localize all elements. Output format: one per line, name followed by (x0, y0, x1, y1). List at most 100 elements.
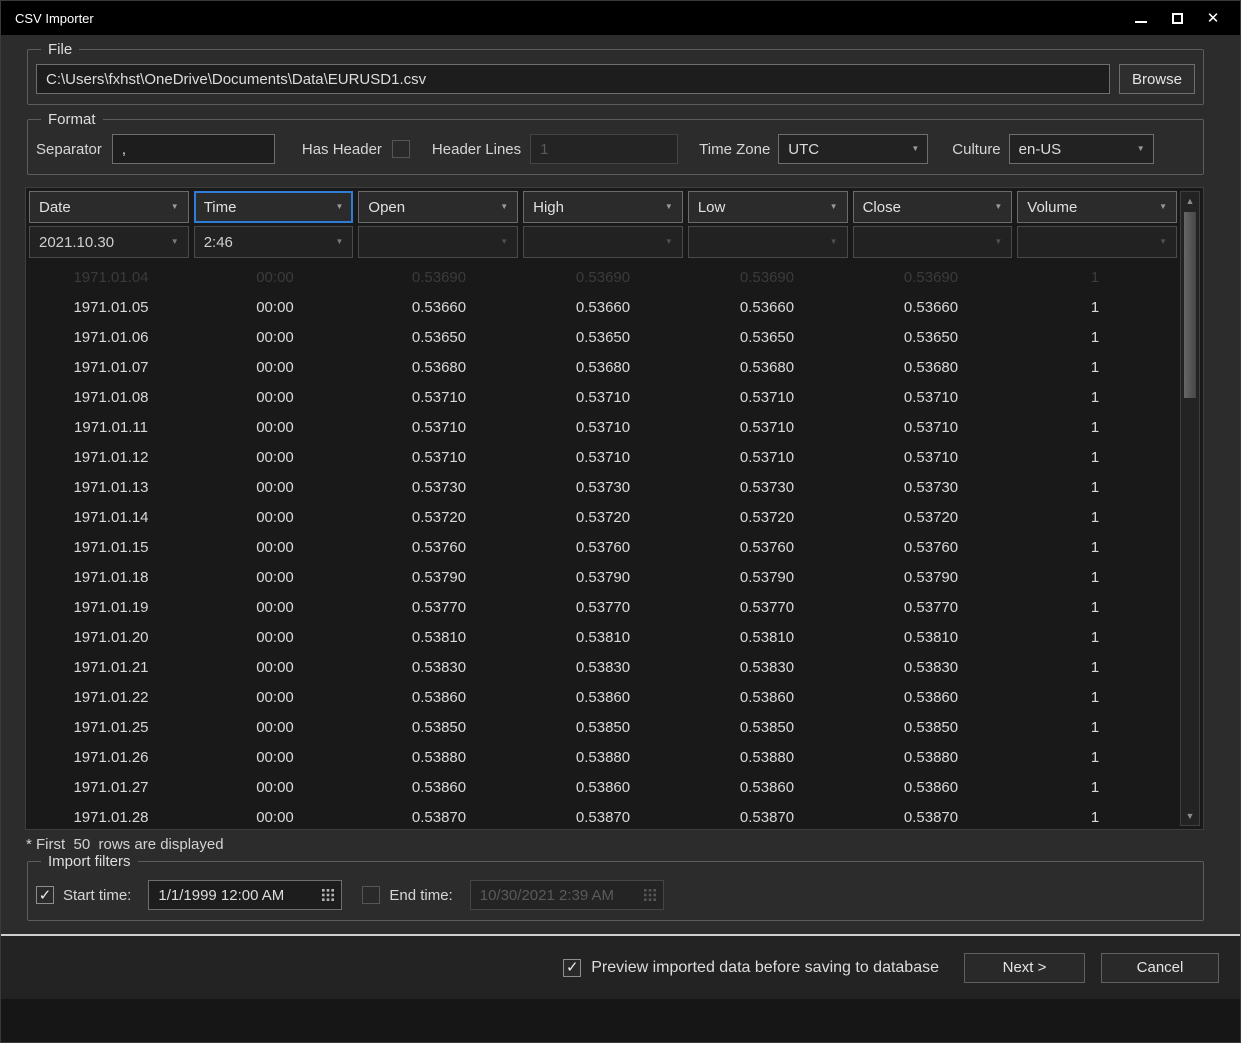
file-path-input[interactable]: C:\Users\fxhst\OneDrive\Documents\Data\E… (36, 64, 1110, 94)
mapping-select[interactable]: ▼ (358, 226, 518, 258)
vertical-scrollbar[interactable]: ▲ ▼ (1180, 191, 1200, 826)
cancel-button[interactable]: Cancel (1101, 953, 1219, 983)
separator-input[interactable]: , (112, 134, 275, 164)
culture-label: Culture (952, 141, 1000, 158)
preview-checkbox[interactable]: ✓ (563, 959, 581, 977)
table-row[interactable]: 1971.01.2100:000.538300.538300.538300.53… (29, 652, 1177, 682)
browse-button[interactable]: Browse (1119, 64, 1195, 94)
chevron-down-icon: ▼ (994, 238, 1002, 246)
table-row[interactable]: 1971.01.1300:000.537300.537300.537300.53… (29, 472, 1177, 502)
end-time-input[interactable]: 10/30/2021 2:39 AM (470, 880, 664, 910)
table-cell: 0.53860 (685, 779, 849, 796)
mapping-select[interactable]: ▼ (688, 226, 848, 258)
next-button[interactable]: Next > (964, 953, 1085, 983)
bottom-bar: ✓ Preview imported data before saving to… (1, 936, 1240, 999)
scroll-up-icon[interactable]: ▲ (1186, 192, 1195, 210)
table-row[interactable]: 1971.01.1100:000.537100.537100.537100.53… (29, 412, 1177, 442)
table-cell: 0.53790 (849, 569, 1013, 586)
minimize-button[interactable] (1126, 5, 1156, 31)
time-zone-label: Time Zone (699, 141, 770, 158)
column-select-volume[interactable]: Volume▼ (1017, 191, 1177, 223)
table-data-viewport[interactable]: 1971.01.0400:000.536900.536900.536900.53… (29, 262, 1177, 826)
table-row[interactable]: 1971.01.1500:000.537600.537600.537600.53… (29, 532, 1177, 562)
maximize-icon (1172, 13, 1183, 24)
mapping-select[interactable]: ▼ (523, 226, 683, 258)
table-cell: 1971.01.08 (29, 389, 193, 406)
has-header-checkbox[interactable] (392, 140, 410, 158)
column-select-date[interactable]: Date▼ (29, 191, 189, 223)
column-select-time[interactable]: Time▼ (194, 191, 354, 223)
time-zone-select[interactable]: UTC ▼ (778, 134, 928, 164)
table-row[interactable]: 1971.01.0700:000.536800.536800.536800.53… (29, 352, 1177, 382)
table-cell: 00:00 (193, 719, 357, 736)
header-lines-input[interactable]: 1 (530, 134, 678, 164)
table-cell: 0.53850 (849, 719, 1013, 736)
table-cell: 0.53790 (357, 569, 521, 586)
culture-select[interactable]: en-US ▼ (1009, 134, 1154, 164)
table-cell: 0.53680 (357, 359, 521, 376)
chevron-down-icon: ▼ (830, 238, 838, 246)
separator-value: , (122, 141, 126, 158)
table-row[interactable]: 1971.01.1400:000.537200.537200.537200.53… (29, 502, 1177, 532)
table-cell: 0.53880 (357, 749, 521, 766)
table-row[interactable]: 1971.01.2800:000.538700.538700.538700.53… (29, 802, 1177, 826)
scroll-down-icon[interactable]: ▼ (1186, 807, 1195, 825)
preview-label: Preview imported data before saving to d… (591, 959, 939, 977)
table-cell: 1 (1013, 329, 1177, 346)
table-row[interactable]: 1971.01.0500:000.536600.536600.536600.53… (29, 292, 1177, 322)
table-row[interactable]: 1971.01.2000:000.538100.538100.538100.53… (29, 622, 1177, 652)
preview-table: Date▼Time▼Open▼High▼Low▼Close▼Volume▼ 20… (25, 187, 1204, 830)
maximize-button[interactable] (1162, 5, 1192, 31)
table-row[interactable]: 1971.01.0800:000.537100.537100.537100.53… (29, 382, 1177, 412)
start-time-input[interactable]: 1/1/1999 12:00 AM (148, 880, 342, 910)
mapping-select[interactable]: ▼ (853, 226, 1013, 258)
table-row[interactable]: 1971.01.1800:000.537900.537900.537900.53… (29, 562, 1177, 592)
table-cell: 0.53860 (849, 689, 1013, 706)
table-cell: 1 (1013, 389, 1177, 406)
table-cell: 1 (1013, 509, 1177, 526)
mapping-select[interactable]: 2021.10.30▼ (29, 226, 189, 258)
format-group-label: Format (41, 111, 103, 128)
table-row[interactable]: 1971.01.0400:000.536900.536900.536900.53… (29, 262, 1177, 292)
table-row[interactable]: 1971.01.2700:000.538600.538600.538600.53… (29, 772, 1177, 802)
table-row[interactable]: 1971.01.2500:000.538500.538500.538500.53… (29, 712, 1177, 742)
header-lines-label: Header Lines (432, 141, 521, 158)
calendar-grid-icon[interactable] (322, 889, 334, 901)
table-cell: 00:00 (193, 329, 357, 346)
end-time-checkbox[interactable] (362, 886, 380, 904)
table-row[interactable]: 1971.01.0600:000.536500.536500.536500.53… (29, 322, 1177, 352)
calendar-grid-icon (644, 889, 656, 901)
table-cell: 00:00 (193, 539, 357, 556)
table-cell: 00:00 (193, 299, 357, 316)
table-cell: 0.53660 (521, 299, 685, 316)
table-row[interactable]: 1971.01.2200:000.538600.538600.538600.53… (29, 682, 1177, 712)
table-row[interactable]: 1971.01.2600:000.538800.538800.538800.53… (29, 742, 1177, 772)
mapping-select[interactable]: ▼ (1017, 226, 1177, 258)
window-title: CSV Importer (1, 11, 1126, 26)
start-time-checkbox[interactable]: ✓ (36, 886, 54, 904)
chevron-down-icon: ▼ (336, 238, 344, 246)
table-cell: 00:00 (193, 389, 357, 406)
column-select-open[interactable]: Open▼ (358, 191, 518, 223)
table-cell: 1 (1013, 449, 1177, 466)
table-cell: 0.53720 (849, 509, 1013, 526)
table-cell: 1971.01.22 (29, 689, 193, 706)
column-select-low[interactable]: Low▼ (688, 191, 848, 223)
table-cell: 00:00 (193, 779, 357, 796)
chevron-down-icon: ▼ (665, 203, 673, 211)
table-row[interactable]: 1971.01.1900:000.537700.537700.537700.53… (29, 592, 1177, 622)
column-select-close[interactable]: Close▼ (853, 191, 1013, 223)
scrollbar-thumb[interactable] (1184, 212, 1196, 398)
table-cell: 0.53760 (849, 539, 1013, 556)
table-cell: 0.53710 (521, 449, 685, 466)
table-cell: 1 (1013, 419, 1177, 436)
table-row[interactable]: 1971.01.1200:000.537100.537100.537100.53… (29, 442, 1177, 472)
table-cell: 00:00 (193, 659, 357, 676)
table-cell: 0.53880 (849, 749, 1013, 766)
close-button[interactable]: ✕ (1198, 5, 1228, 31)
mapping-select[interactable]: 2:46▼ (194, 226, 354, 258)
table-cell: 0.53710 (849, 389, 1013, 406)
table-cell: 1971.01.14 (29, 509, 193, 526)
column-select-high[interactable]: High▼ (523, 191, 683, 223)
culture-value: en-US (1019, 141, 1062, 158)
